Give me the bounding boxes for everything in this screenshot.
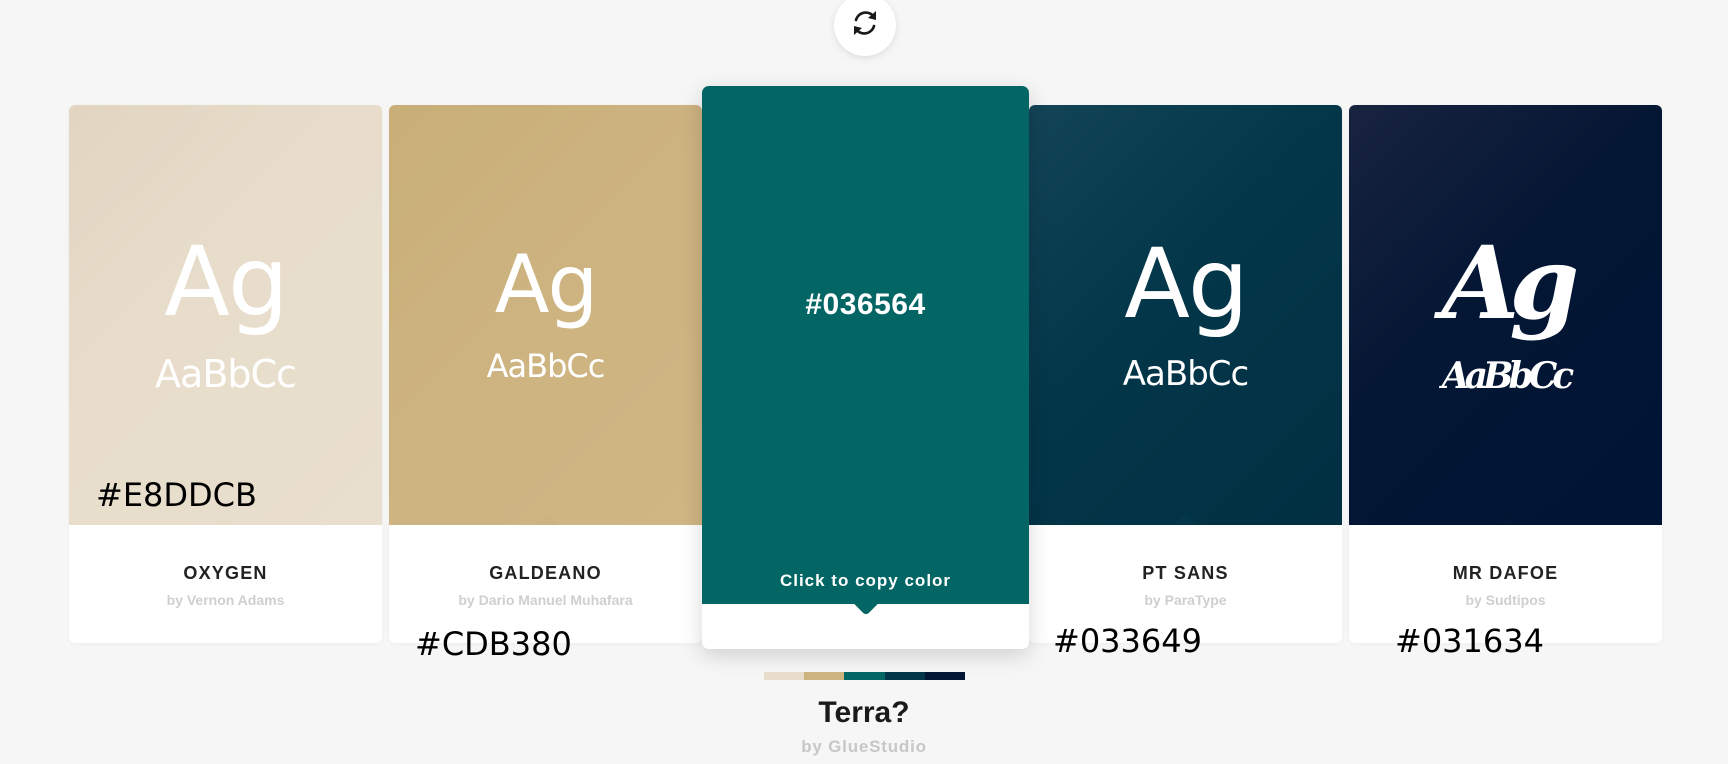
refresh-button[interactable] [834,0,896,56]
font-sample-large: Ag [1124,228,1249,340]
font-sample-small: AaBbCc [1122,354,1249,394]
hex-label-5: #031634 [1395,622,1544,660]
font-sample-small: AaBbCc [1441,355,1574,397]
font-name: MR DAFOE [1452,563,1559,583]
hex-label-2: #CDB380 [415,625,572,663]
color-swatch[interactable]: Ag AaBbCc [69,105,382,525]
font-card-oxygen[interactable]: Ag AaBbCc OXYGEN by Vernon Adams [69,105,382,643]
font-name: GALDEANO [489,563,602,583]
font-sample-small: AaBbCc [486,347,606,385]
font-author: by Vernon Adams [166,592,285,608]
palette-strip-swatch-1 [764,672,805,680]
refresh-icon [847,5,883,46]
palette-strip-swatch-5 [924,672,966,680]
color-swatch[interactable] [702,86,1029,604]
font-info: OXYGEN by Vernon Adams [69,525,382,643]
hex-label-1: #E8DDCB [96,476,257,514]
font-sample-large: Ag [164,226,289,338]
palette-name: Terra? [818,696,910,729]
font-card-galdeano[interactable]: Ag AaBbCc GALDEANO by Dario Manuel Muhaf… [389,105,702,643]
palette-strip-swatch-3 [844,672,885,680]
font-card-pt-sans[interactable]: Ag AaBbCc PT SANS by ParaType [1029,105,1342,643]
font-card-mr-dafoe[interactable]: Ag AaBbCc MR DAFOE by Sudtipos [1349,105,1662,643]
font-author: by Sudtipos [1465,592,1546,608]
font-author: by ParaType [1144,592,1227,608]
font-sample-small: AaBbCc [155,352,297,396]
font-name: OXYGEN [183,563,268,583]
selected-color-card[interactable]: #036564 Click to copy color [702,86,1029,649]
font-sample-large: Ag [1441,224,1579,342]
color-hex-value: #036564 [805,288,926,321]
color-swatch[interactable]: Ag AaBbCc [389,105,702,525]
font-name: PT SANS [1142,563,1229,583]
font-author: by Dario Manuel Muhafara [458,592,633,608]
font-sample-large: Ag [494,238,599,331]
color-swatch[interactable]: Ag AaBbCc [1029,105,1342,525]
color-swatch[interactable]: Ag AaBbCc [1349,105,1662,525]
palette-strip-swatch-4 [884,672,925,680]
hex-label-4: #033649 [1053,622,1202,660]
palette-color-strip [764,672,966,680]
palette-author: by GlueStudio [801,737,927,756]
copy-color-label[interactable]: Click to copy color [702,571,1029,591]
palette-strip-swatch-2 [804,672,845,680]
